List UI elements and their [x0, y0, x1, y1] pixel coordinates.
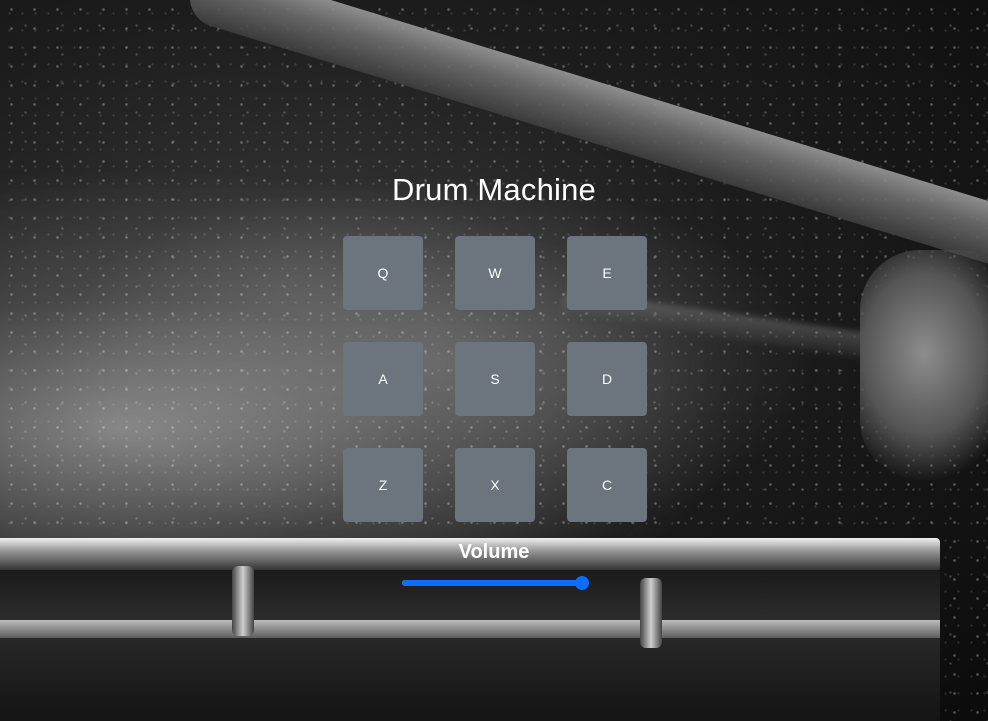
volume-slider-fill — [402, 580, 582, 586]
drum-pad-s[interactable]: S — [455, 342, 535, 416]
volume-slider[interactable] — [402, 575, 589, 591]
page-title: Drum Machine — [392, 172, 596, 207]
drum-lug-image — [232, 566, 254, 636]
drum-pad-z[interactable]: Z — [343, 448, 423, 522]
drum-band-image — [0, 620, 940, 638]
drum-pad-a[interactable]: A — [343, 342, 423, 416]
drum-pad-e[interactable]: E — [567, 236, 647, 310]
drum-pad-x[interactable]: X — [455, 448, 535, 522]
drum-lug-image — [640, 578, 662, 648]
drum-machine-page: Drum Machine Q W E A S D Z X C Volume — [0, 0, 988, 721]
drum-pad-c[interactable]: C — [567, 448, 647, 522]
hand-image — [860, 250, 988, 480]
drum-pad-d[interactable]: D — [567, 342, 647, 416]
volume-label: Volume — [458, 541, 530, 563]
drum-pad-grid: Q W E A S D Z X C — [343, 236, 647, 522]
drum-pad-q[interactable]: Q — [343, 236, 423, 310]
drum-body-image — [0, 570, 940, 721]
volume-slider-thumb[interactable] — [575, 576, 589, 590]
drum-pad-w[interactable]: W — [455, 236, 535, 310]
